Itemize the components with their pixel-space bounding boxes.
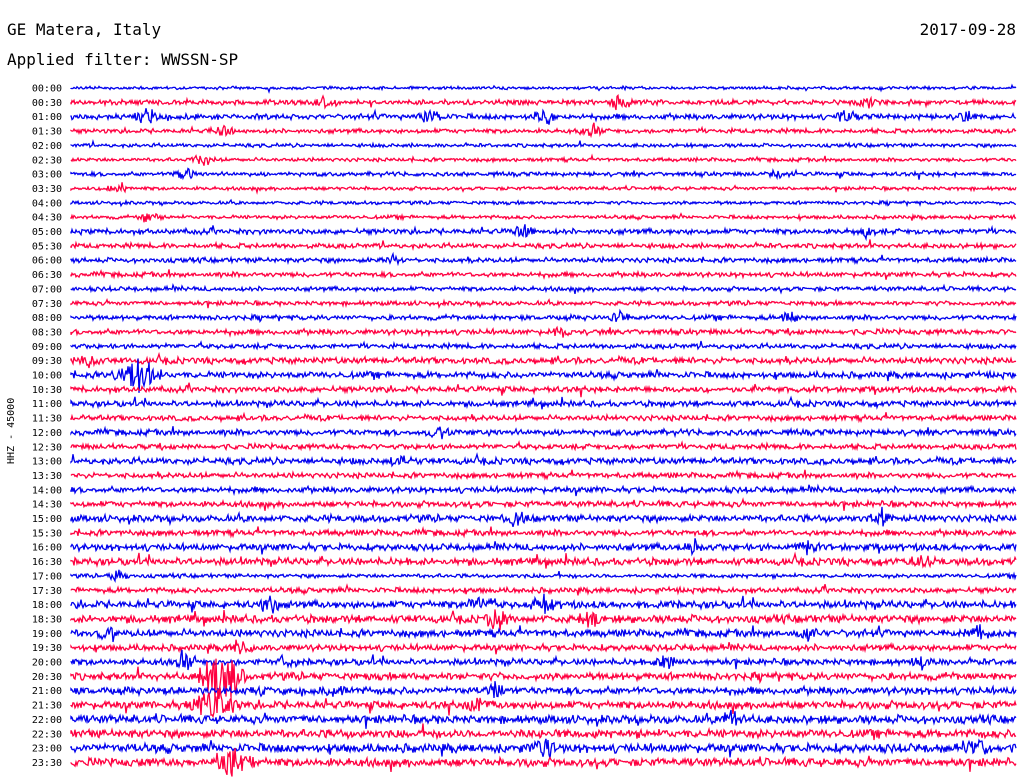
time-tick-label: 09:30 bbox=[32, 356, 62, 367]
time-tick-label: 01:00 bbox=[32, 112, 62, 123]
time-tick-label: 21:30 bbox=[32, 701, 62, 712]
time-tick-label: 10:30 bbox=[32, 385, 62, 396]
time-tick-label: 23:30 bbox=[32, 758, 62, 769]
trace-0100 bbox=[70, 108, 1017, 125]
time-tick-label: 11:30 bbox=[32, 414, 62, 425]
time-tick-label: 09:00 bbox=[32, 342, 62, 353]
time-tick-label: 17:00 bbox=[32, 571, 62, 582]
time-tick-label: 20:00 bbox=[32, 658, 62, 669]
time-tick-label: 16:30 bbox=[32, 557, 62, 568]
time-tick-label: 08:00 bbox=[32, 313, 62, 324]
time-tick-label: 17:30 bbox=[32, 586, 62, 597]
trace-0300 bbox=[70, 167, 1017, 181]
trace-0700 bbox=[70, 283, 1017, 295]
time-tick-label: 04:00 bbox=[32, 198, 62, 209]
trace-1130 bbox=[70, 411, 1017, 424]
trace-1100 bbox=[70, 395, 1017, 410]
time-tick-label: 05:00 bbox=[32, 227, 62, 238]
time-tick-label: 12:00 bbox=[32, 428, 62, 439]
trace-1600 bbox=[70, 538, 1017, 557]
seismogram-plot: 00:00 00:30 01:00 01:30 02:00 02:30 03:00 03:30… bbox=[32, 83, 1017, 777]
time-tick-label: 02:00 bbox=[32, 141, 62, 152]
trace-1230 bbox=[70, 440, 1017, 452]
time-tick-label: 19:00 bbox=[32, 629, 62, 640]
time-tick-label: 18:00 bbox=[32, 600, 62, 611]
time-tick-label: 11:00 bbox=[32, 399, 62, 410]
trace-0600 bbox=[70, 251, 1017, 267]
time-tick-label: 06:30 bbox=[32, 270, 62, 281]
time-tick-label: 13:30 bbox=[32, 471, 62, 482]
time-tick-label: 03:30 bbox=[32, 184, 62, 195]
trace-1300 bbox=[70, 452, 1017, 468]
time-tick-label: 20:30 bbox=[32, 672, 62, 683]
trace-1430 bbox=[70, 497, 1017, 511]
trace-1030 bbox=[70, 382, 1017, 398]
time-tick-label: 22:00 bbox=[32, 715, 62, 726]
trace-0900 bbox=[70, 340, 1017, 352]
trace-0200 bbox=[70, 138, 1017, 150]
time-tick-label: 23:00 bbox=[32, 744, 62, 755]
time-tick-label: 04:30 bbox=[32, 213, 62, 224]
trace-0730 bbox=[70, 298, 1017, 310]
trace-1830 bbox=[70, 609, 1017, 631]
trace-1400 bbox=[70, 483, 1017, 497]
trace-0400 bbox=[70, 198, 1017, 208]
time-tick-label: 21:00 bbox=[32, 686, 62, 697]
trace-0000 bbox=[70, 83, 1017, 94]
trace-1500 bbox=[70, 506, 1017, 528]
trace-0830 bbox=[70, 325, 1017, 338]
time-tick-label: 03:00 bbox=[32, 170, 62, 181]
time-tick-label: 08:30 bbox=[32, 327, 62, 338]
trace-1930 bbox=[70, 639, 1017, 655]
time-tick-label: 22:30 bbox=[32, 729, 62, 740]
time-tick-label: 10:00 bbox=[32, 371, 62, 382]
time-tick-label: 00:00 bbox=[32, 84, 62, 95]
time-tick-label: 02:30 bbox=[32, 155, 62, 166]
trace-0800 bbox=[70, 308, 1017, 323]
time-tick-label: 12:30 bbox=[32, 442, 62, 453]
trace-0330 bbox=[70, 182, 1017, 195]
time-tick-label: 14:00 bbox=[32, 485, 62, 496]
time-tick-label: 18:30 bbox=[32, 614, 62, 625]
trace-0130 bbox=[70, 122, 1017, 139]
trace-1630 bbox=[70, 551, 1017, 569]
time-tick-label: 07:00 bbox=[32, 284, 62, 295]
trace-0430 bbox=[70, 212, 1017, 223]
time-tick-label: 15:00 bbox=[32, 514, 62, 525]
trace-2200 bbox=[70, 709, 1017, 729]
trace-1330 bbox=[70, 469, 1017, 481]
time-tick-label: 07:30 bbox=[32, 299, 62, 310]
time-tick-label: 19:30 bbox=[32, 643, 62, 654]
trace-0630 bbox=[70, 268, 1017, 280]
time-tick-label: 15:30 bbox=[32, 528, 62, 539]
trace-1900 bbox=[70, 624, 1017, 643]
trace-1730 bbox=[70, 583, 1017, 596]
time-tick-label: 16:00 bbox=[32, 543, 62, 554]
trace-1200 bbox=[70, 425, 1017, 440]
time-tick-label: 05:30 bbox=[32, 241, 62, 252]
trace-0030 bbox=[70, 93, 1017, 111]
trace-1530 bbox=[70, 526, 1017, 539]
trace-2300 bbox=[70, 738, 1017, 759]
trace-2230 bbox=[70, 723, 1017, 741]
trace-1700 bbox=[70, 569, 1017, 584]
time-tick-label: 06:00 bbox=[32, 256, 62, 267]
trace-0500 bbox=[70, 224, 1017, 242]
trace-1800 bbox=[70, 593, 1017, 614]
time-tick-label: 14:30 bbox=[32, 500, 62, 511]
trace-0230 bbox=[70, 153, 1017, 166]
trace-0530 bbox=[70, 239, 1017, 251]
time-tick-label: 13:00 bbox=[32, 457, 62, 468]
time-tick-label: 01:30 bbox=[32, 127, 62, 138]
trace-0930 bbox=[70, 351, 1017, 369]
time-tick-label: 00:30 bbox=[32, 98, 62, 109]
